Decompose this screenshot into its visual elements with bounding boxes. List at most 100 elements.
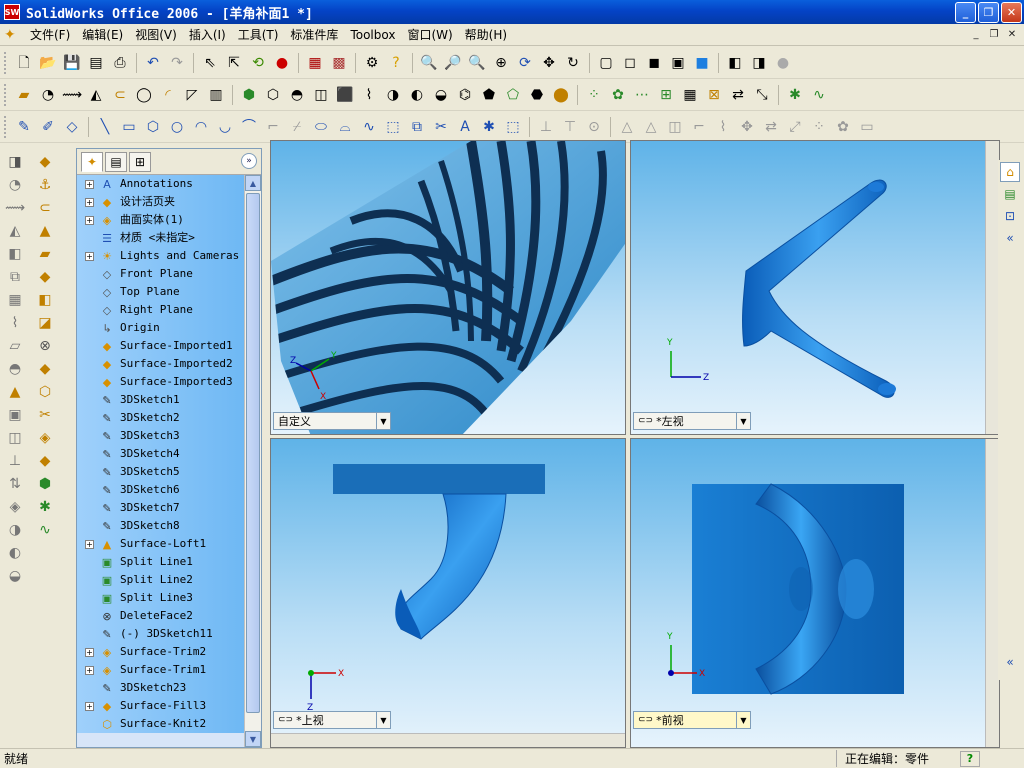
new-file-icon[interactable]: 🗋 bbox=[14, 53, 34, 73]
polygon-icon[interactable]: ⬡ bbox=[143, 117, 163, 137]
move-body-icon[interactable]: ⇄ bbox=[728, 85, 748, 105]
zoom-selection-icon[interactable]: ⊕ bbox=[491, 53, 511, 73]
rib-icon[interactable]: ▥ bbox=[206, 85, 226, 105]
expand-toggle-icon[interactable]: + bbox=[85, 198, 94, 207]
perspective-icon[interactable]: ◨ bbox=[749, 53, 769, 73]
delete-face-icon[interactable]: ◈ bbox=[4, 496, 26, 518]
tree-item[interactable]: ▣ Split Line1 bbox=[77, 553, 245, 571]
line-icon[interactable]: ╲ bbox=[95, 117, 115, 137]
split-entities-icon[interactable]: ⌐ bbox=[689, 117, 709, 137]
surface-delete-face-icon[interactable]: ⊗ bbox=[34, 335, 56, 357]
tree-item[interactable]: ✎ 3DSketch4 bbox=[77, 445, 245, 463]
brick-icon[interactable]: ▩ bbox=[329, 53, 349, 73]
chevron-down-icon[interactable]: ▼ bbox=[376, 413, 390, 429]
reference-icon[interactable]: ✱ bbox=[34, 496, 56, 518]
view-orientation-select-top[interactable]: ⊂⊃ *上视 ▼ bbox=[273, 711, 391, 729]
tree-item[interactable]: ⊗ DeleteFace2 bbox=[77, 607, 245, 625]
mirror-icon[interactable]: ◫ bbox=[311, 85, 331, 105]
tree-item[interactable]: ✎ 3DSketch6 bbox=[77, 481, 245, 499]
tab-configuration-manager[interactable]: ⊞ bbox=[129, 151, 151, 172]
fill-pattern-icon[interactable]: ▦ bbox=[680, 85, 700, 105]
untrim-surface-icon[interactable]: ▣ bbox=[4, 404, 26, 426]
viewport-vertical-scrollbar[interactable] bbox=[985, 141, 999, 434]
viewport-vertical-scrollbar[interactable] bbox=[985, 439, 999, 747]
construction-geometry-icon[interactable]: ⬚ bbox=[503, 117, 523, 137]
expand-toggle-icon[interactable]: + bbox=[85, 702, 94, 711]
3d-sketch-icon[interactable]: ✐ bbox=[38, 117, 58, 137]
text-icon[interactable]: A bbox=[455, 117, 475, 137]
surface-boundary-icon[interactable]: ▰ bbox=[34, 243, 56, 265]
ellipse-icon[interactable]: ⬭ bbox=[311, 117, 331, 137]
help-icon[interactable]: ? bbox=[960, 750, 980, 767]
sketch-icon[interactable]: ✎ bbox=[14, 117, 34, 137]
centerline-icon[interactable]: ⌿ bbox=[287, 117, 307, 137]
shaded-icon[interactable]: ■ bbox=[692, 53, 712, 73]
tab-feature-manager[interactable]: ✦ bbox=[81, 151, 103, 172]
select-cursor-icon[interactable]: ⇖ bbox=[200, 53, 220, 73]
tree-item[interactable]: ◇ Top Plane bbox=[77, 283, 245, 301]
file-explorer-icon[interactable]: ⊡ bbox=[1000, 206, 1020, 226]
planar-surface-icon[interactable]: ▱ bbox=[4, 335, 26, 357]
pattern-icon[interactable]: ⬛ bbox=[335, 85, 355, 105]
extrude-icon[interactable]: ▰ bbox=[14, 85, 34, 105]
display-relations-icon[interactable]: ⊤ bbox=[560, 117, 580, 137]
view-orientation-select-left[interactable]: ⊂⊃ *左视 ▼ bbox=[633, 412, 751, 430]
revolved-surface-icon[interactable]: ◔ bbox=[4, 174, 26, 196]
tree-item[interactable]: ↳ Origin bbox=[77, 319, 245, 337]
linear-pattern-icon[interactable]: ⁘ bbox=[584, 85, 604, 105]
surface-trim-icon[interactable]: ✂ bbox=[34, 404, 56, 426]
mirror-sketch-icon[interactable]: △ bbox=[641, 117, 661, 137]
convert-entities-icon[interactable]: ⬚ bbox=[383, 117, 403, 137]
surface-extend-icon[interactable]: ◪ bbox=[34, 312, 56, 334]
help-icon[interactable]: ? bbox=[386, 53, 406, 73]
loft-icon[interactable]: ◭ bbox=[86, 85, 106, 105]
expand-toggle-icon[interactable]: + bbox=[85, 180, 94, 189]
reference-geometry-icon[interactable]: ✱ bbox=[785, 85, 805, 105]
viewport-front[interactable]: Y X ⊂⊃ *前视 ▼ bbox=[630, 438, 1000, 748]
hole-icon[interactable]: ◯ bbox=[134, 85, 154, 105]
menu-help[interactable]: 帮助(H) bbox=[459, 24, 513, 45]
move-face-icon[interactable]: ⬠ bbox=[503, 85, 523, 105]
tree-item[interactable]: ◆ Surface-Imported3 bbox=[77, 373, 245, 391]
mdi-close-button[interactable]: ✕ bbox=[1004, 27, 1020, 41]
chamfer-icon[interactable]: ◸ bbox=[182, 85, 202, 105]
zoom-in-out-icon[interactable]: 🔍 bbox=[467, 53, 487, 73]
point-icon[interactable]: ✱ bbox=[479, 117, 499, 137]
scale-icon[interactable]: ⤡ bbox=[752, 85, 772, 105]
mid-surface-icon[interactable]: ⊥ bbox=[4, 450, 26, 472]
design-library-icon[interactable]: ▤ bbox=[1000, 184, 1020, 204]
tree-item[interactable]: ✎ 3DSketch23 bbox=[77, 679, 245, 697]
revolve-icon[interactable]: ◔ bbox=[38, 85, 58, 105]
double-chevron-left-icon[interactable]: « bbox=[1000, 652, 1020, 672]
tree-item[interactable]: ◇ Front Plane bbox=[77, 265, 245, 283]
tree-item[interactable]: ⬡ Surface-Knit2 bbox=[77, 715, 245, 733]
shaded-edges-icon[interactable]: ▣ bbox=[668, 53, 688, 73]
tree-item[interactable]: ◆ Surface-Imported2 bbox=[77, 355, 245, 373]
fillet-icon[interactable]: ◜ bbox=[158, 85, 178, 105]
offset-surface-icon[interactable]: ⧉ bbox=[4, 266, 26, 288]
extruded-surface-icon[interactable]: ◨ bbox=[4, 151, 26, 173]
tree-item[interactable]: + ▲ Surface-Loft1 bbox=[77, 535, 245, 553]
center-arc-icon[interactable]: ◠ bbox=[191, 117, 211, 137]
redo-icon[interactable]: ↷ bbox=[167, 53, 187, 73]
split-icon[interactable]: ⬟ bbox=[479, 85, 499, 105]
spline-icon[interactable]: ∿ bbox=[359, 117, 379, 137]
curve-pattern-icon[interactable]: ⋯ bbox=[632, 85, 652, 105]
wrap-icon[interactable]: ◑ bbox=[383, 85, 403, 105]
tree-item[interactable]: + ◈ Surface-Trim2 bbox=[77, 643, 245, 661]
mold-icon[interactable]: ⬤ bbox=[551, 85, 571, 105]
tree-item[interactable]: + ◈ Surface-Trim1 bbox=[77, 661, 245, 679]
tree-item[interactable]: + ◆ 设计活页夹 bbox=[77, 193, 245, 211]
surface-revolve-icon[interactable]: ⚓ bbox=[34, 174, 56, 196]
rotate-entities-icon[interactable]: ⇄ bbox=[761, 117, 781, 137]
section-view-icon[interactable]: ◧ bbox=[725, 53, 745, 73]
surface-sweep-icon[interactable]: ⊂ bbox=[34, 197, 56, 219]
minimize-button[interactable]: _ bbox=[955, 2, 976, 23]
chevron-down-icon[interactable]: ▼ bbox=[736, 712, 750, 728]
rebuild-icon[interactable]: ⟲ bbox=[248, 53, 268, 73]
surface-knit-icon[interactable]: ⬡ bbox=[34, 381, 56, 403]
zoom-area-icon[interactable]: 🔎 bbox=[443, 53, 463, 73]
expand-toggle-icon[interactable]: + bbox=[85, 540, 94, 549]
tab-property-manager[interactable]: ▤ bbox=[105, 151, 127, 172]
document-menu-icon[interactable]: ✦ bbox=[4, 27, 20, 43]
